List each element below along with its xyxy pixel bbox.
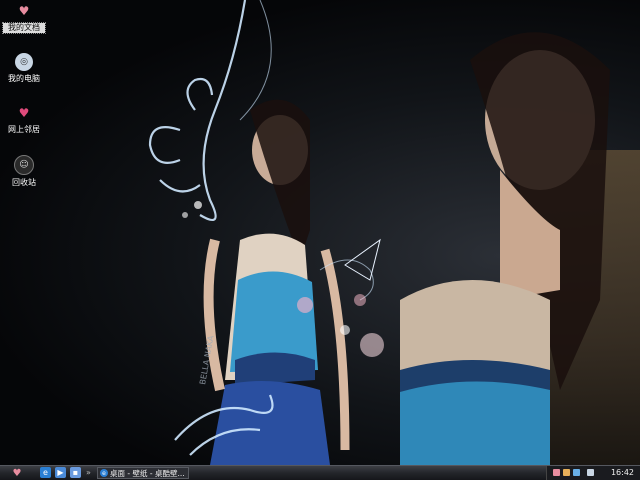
desktop-icon-my-computer[interactable]: ◎ 我的电脑 xyxy=(3,53,45,84)
internet-explorer-icon: e xyxy=(100,469,108,477)
desktop-icon-recycle-bin[interactable]: ☺ 回收站 xyxy=(3,155,45,188)
network-places-icon: ♥ xyxy=(18,106,30,120)
desktop-icon-label: 我的文档 xyxy=(2,22,46,34)
heart-icon: ♥ xyxy=(12,467,22,479)
taskbar: ♥ e ▶ ▪ » e 桌面 - 壁纸 - 桌酷壁... 16:42 xyxy=(0,465,640,480)
wallpaper-artwork: BELLA NAKA xyxy=(148,0,610,465)
show-desktop-icon[interactable]: ▪ xyxy=(70,467,81,478)
taskbar-button[interactable]: e 桌面 - 壁纸 - 桌酷壁... xyxy=(97,467,189,479)
recycle-bin-icon: ☺ xyxy=(14,155,34,175)
internet-explorer-icon[interactable]: e xyxy=(40,467,51,478)
desktop-icon-network-places[interactable]: ♥ 网上邻居 xyxy=(3,104,45,135)
desktop-icon-my-documents[interactable]: ♥ 我的文档 xyxy=(2,2,46,34)
desktop-icon-label: 网上邻居 xyxy=(8,125,40,134)
system-tray: 16:42 xyxy=(546,466,640,480)
tray-network-icon[interactable] xyxy=(573,469,580,476)
my-documents-icon: ♥ xyxy=(18,4,30,18)
media-player-icon[interactable]: ▶ xyxy=(55,467,66,478)
desktop-icon-label: 回收站 xyxy=(12,178,36,187)
taskbar-clock[interactable]: 16:42 xyxy=(611,468,634,477)
taskbar-button-label: 桌面 - 壁纸 - 桌酷壁... xyxy=(110,468,185,478)
my-computer-icon: ◎ xyxy=(15,53,33,71)
tray-volume-icon[interactable] xyxy=(587,469,594,476)
desktop-wallpaper: BELLA NAKA xyxy=(0,0,640,465)
tray-app-icon[interactable] xyxy=(563,469,570,476)
desktop-icon-label: 我的电脑 xyxy=(8,74,40,83)
tray-app-icon[interactable] xyxy=(553,469,560,476)
start-button[interactable]: ♥ xyxy=(2,466,32,480)
quick-launch-overflow-icon[interactable]: » xyxy=(86,468,91,477)
